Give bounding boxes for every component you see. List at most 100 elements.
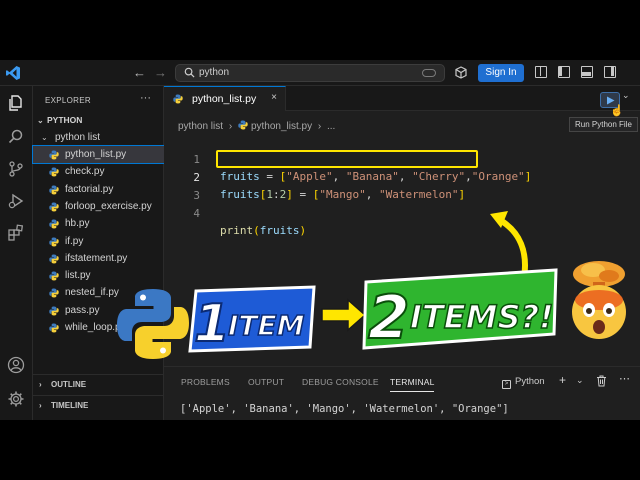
tab-label: python_list.py — [192, 93, 257, 105]
tab-problems[interactable]: PROBLEMS — [181, 377, 230, 387]
code-line-3[interactable]: 3 — [164, 170, 640, 202]
account-icon[interactable] — [7, 356, 25, 374]
activity-bar — [0, 86, 33, 420]
title-bar: ← → python Sign In — [0, 60, 640, 86]
banner-word-item: ITEM — [228, 309, 305, 342]
search-sidebar-icon[interactable] — [7, 128, 25, 146]
run-options-chevron-icon[interactable]: ⌄ — [622, 90, 630, 101]
copilot-icon[interactable] — [422, 69, 436, 77]
file-item-label: factorial.py — [65, 183, 114, 195]
more-actions-icon[interactable]: ⋯ — [619, 372, 630, 385]
toggle-secondary-sidebar-icon[interactable] — [604, 66, 616, 78]
python-file-icon — [49, 219, 59, 229]
file-item[interactable]: list.py — [33, 267, 164, 284]
python-file-icon — [49, 306, 59, 316]
settings-gear-icon[interactable] — [7, 390, 25, 408]
exploding-head-emoji-icon — [572, 261, 626, 339]
python-logo-icon — [117, 289, 189, 359]
python-file-icon — [49, 167, 59, 177]
file-item[interactable]: ifstatement.py — [33, 250, 164, 267]
file-item-label: python_list.py — [65, 149, 127, 160]
tab-debug-console[interactable]: DEBUG CONSOLE — [302, 377, 379, 387]
file-item-label: hb.py — [65, 218, 90, 230]
toggle-sidebar-icon[interactable] — [558, 66, 570, 78]
python-file-icon — [49, 288, 59, 298]
banner-number-2: 2 — [368, 283, 410, 350]
tab-terminal[interactable]: TERMINAL — [390, 377, 435, 387]
banner-word-items: ITEMS?! — [410, 298, 554, 336]
file-item-label: nested_if.py — [65, 287, 119, 299]
timeline-section[interactable]: › TIMELINE — [33, 395, 164, 415]
forward-arrow-icon[interactable]: → — [154, 64, 167, 82]
search-icon — [184, 67, 195, 78]
terminal-output[interactable]: ['Apple', 'Banana', 'Mango', 'Watermelon… — [180, 403, 509, 415]
command-search-box[interactable]: python — [175, 64, 445, 82]
folder-python-list[interactable]: ⌄ python list — [33, 129, 164, 146]
python-file-icon — [173, 94, 183, 104]
code-line-1[interactable]: 1 fruits = ["Apple", "Banana", "Cherry",… — [164, 134, 640, 183]
file-item-label: check.py — [65, 166, 105, 178]
breadcrumb-file[interactable]: python_list.py — [251, 121, 312, 132]
file-item-label: list.py — [65, 270, 91, 282]
source-control-icon[interactable] — [7, 160, 25, 178]
two-items-banner: 2 ITEMS?! — [362, 268, 558, 350]
search-text: python — [199, 67, 230, 78]
file-item-label: ifstatement.py — [65, 252, 128, 264]
vscode-window: ← → python Sign In EXPLORER ··· ⌄ PYTHON… — [0, 60, 640, 420]
terminal-dropdown-icon[interactable]: ⌄ — [576, 375, 584, 386]
file-item-label: pass.py — [65, 304, 100, 316]
mouse-pointer-hand-icon: ☝ — [610, 105, 624, 117]
breadcrumb: python list › python_list.py › ... — [178, 119, 338, 132]
explorer-sidebar: EXPLORER ··· ⌄ PYTHON ⌄ python list pyth… — [32, 86, 165, 420]
new-terminal-button[interactable]: + — [559, 373, 566, 387]
active-tab-indicator — [390, 391, 434, 392]
trash-icon[interactable] — [596, 375, 607, 387]
vscode-logo-icon — [6, 66, 20, 80]
python-file-icon — [238, 120, 248, 130]
python-file-icon — [49, 323, 59, 333]
explorer-more-button[interactable]: ··· — [140, 92, 151, 104]
python-file-icon — [49, 237, 59, 246]
breadcrumb-separator: › — [228, 121, 233, 132]
terminal-selector[interactable]: > Python — [502, 376, 545, 389]
breadcrumb-symbol[interactable]: ... — [327, 121, 335, 132]
highlighted-code-box — [216, 150, 478, 168]
banner-number-1: 1 — [194, 294, 230, 353]
tab-output[interactable]: OUTPUT — [248, 377, 284, 387]
tab-python-list[interactable]: python_list.py × — [164, 86, 286, 111]
workspace-root[interactable]: ⌄ PYTHON — [33, 112, 164, 129]
run-debug-icon[interactable] — [7, 192, 25, 210]
sign-in-button[interactable]: Sign In — [478, 64, 524, 82]
tab-close-icon[interactable]: × — [271, 92, 277, 103]
toggle-panel-icon[interactable] — [581, 66, 593, 78]
breadcrumb-separator: › — [317, 121, 322, 132]
file-item-label: if.py — [65, 235, 84, 247]
extensions-icon[interactable] — [455, 66, 467, 79]
file-item-label: forloop_exercise.py — [65, 200, 152, 212]
code-line-4[interactable]: 4 print(fruits) — [164, 188, 640, 237]
file-item[interactable]: python_list.py — [32, 145, 165, 164]
python-file-icon — [49, 254, 59, 264]
python-file-icon — [49, 150, 59, 160]
back-arrow-icon[interactable]: ← — [133, 64, 146, 82]
explorer-title: EXPLORER — [45, 96, 91, 105]
file-item[interactable]: factorial.py — [33, 181, 164, 198]
file-item[interactable]: check.py — [33, 163, 164, 180]
editor-tab-bar: python_list.py × ⌄ ☝ — [164, 86, 640, 117]
run-tooltip: Run Python File — [569, 117, 638, 132]
file-item[interactable]: hb.py — [33, 215, 164, 232]
one-item-banner: 1 ITEM — [188, 285, 316, 353]
extensions-sidebar-icon[interactable] — [7, 224, 25, 242]
file-item[interactable]: forloop_exercise.py — [33, 198, 164, 215]
file-item[interactable]: if.py — [33, 233, 164, 250]
line-number: 4 — [193, 207, 200, 220]
python-file-icon — [49, 202, 59, 212]
terminal-icon: > — [502, 380, 511, 389]
bottom-panel: PROBLEMS OUTPUT DEBUG CONSOLE TERMINAL >… — [164, 366, 640, 420]
breadcrumb-folder[interactable]: python list — [178, 121, 223, 132]
outline-section[interactable]: › OUTLINE — [33, 374, 164, 394]
layout-icon[interactable] — [535, 66, 547, 78]
python-file-icon — [49, 185, 59, 195]
explorer-icon[interactable] — [7, 94, 25, 112]
python-file-icon — [49, 271, 59, 281]
